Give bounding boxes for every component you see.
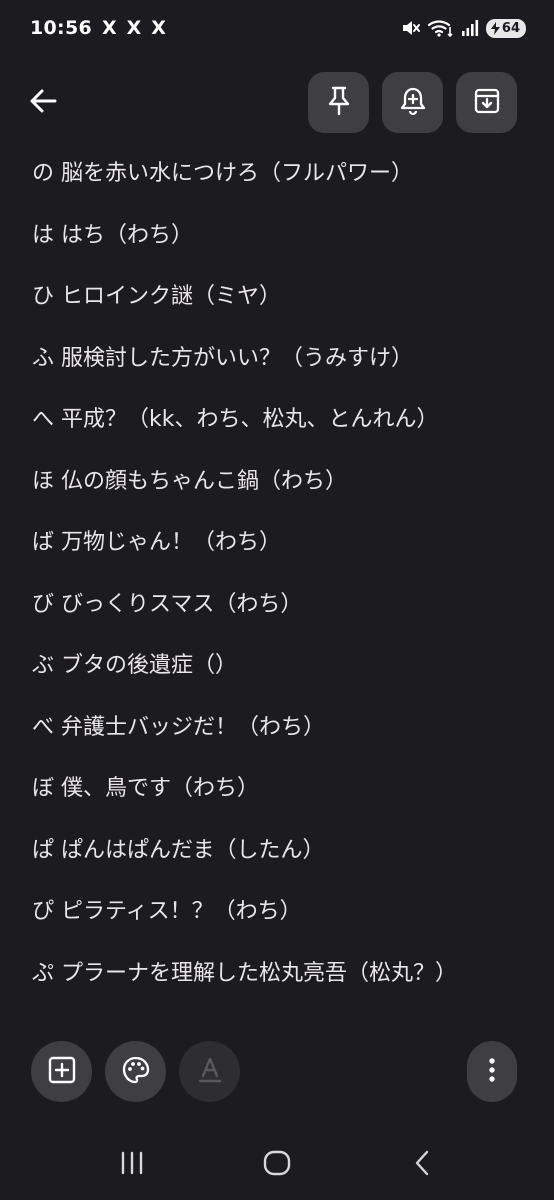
bell-plus-icon bbox=[399, 86, 427, 120]
note-line: ば 万物じゃん！（わち） bbox=[32, 530, 281, 555]
status-time: 10:56 bbox=[30, 17, 92, 39]
bottom-toolbar bbox=[31, 1041, 240, 1102]
archive-icon bbox=[473, 87, 501, 119]
archive-button[interactable] bbox=[456, 72, 517, 133]
back-button[interactable] bbox=[18, 78, 68, 128]
note-line: ぼ 僕、鳥です（わち） bbox=[32, 776, 259, 801]
pin-icon bbox=[327, 86, 351, 120]
note-line: ぶ ブタの後遺症（） bbox=[32, 653, 237, 678]
more-options-button[interactable] bbox=[467, 1041, 517, 1102]
note-line: へ 平成？（kk、わち、松丸、とんれん） bbox=[32, 407, 439, 432]
text-format-button[interactable] bbox=[179, 1041, 240, 1102]
palette-icon bbox=[121, 1055, 151, 1089]
system-nav-bar bbox=[0, 1130, 554, 1200]
note-body[interactable]: の 脳を赤い水につけろ（フルパワー） は はち（わち） ひ ヒロインク謎（ミヤ）… bbox=[32, 148, 532, 1009]
note-line: べ 弁護士バッジだ！（わち） bbox=[32, 714, 325, 740]
note-line: は はち（わち） bbox=[32, 222, 193, 248]
note-line: の 脳を赤い水につけろ（フルパワー） bbox=[32, 161, 413, 186]
pin-button[interactable] bbox=[308, 72, 369, 133]
battery-indicator: 64 bbox=[485, 18, 526, 38]
color-palette-button[interactable] bbox=[105, 1041, 166, 1102]
home-icon bbox=[263, 1150, 291, 1180]
note-line: ほ 仏の顔もちゃんこ鍋（わち） bbox=[32, 468, 347, 494]
reminder-button[interactable] bbox=[382, 72, 443, 133]
note-line: ふ 服検討した方がいい？（うみすけ） bbox=[32, 345, 413, 371]
notes-screen: 10:56 X X X 64 の 脳を赤い水につけろ（フルパワー） は はち（わ… bbox=[0, 0, 554, 1200]
nav-back-button[interactable] bbox=[382, 1135, 462, 1195]
wifi-icon bbox=[427, 19, 454, 37]
signal-icon bbox=[461, 19, 479, 37]
add-content-button[interactable] bbox=[31, 1041, 92, 1102]
arrow-left-icon bbox=[29, 88, 57, 118]
recent-apps-button[interactable] bbox=[92, 1135, 172, 1195]
text-format-icon bbox=[196, 1055, 224, 1089]
home-button[interactable] bbox=[237, 1135, 317, 1195]
mute-icon bbox=[401, 19, 421, 37]
note-line: ひ ヒロインク謎（ミヤ） bbox=[32, 284, 281, 309]
more-vert-icon bbox=[488, 1057, 496, 1087]
note-line: ぷ プラーナを理解した松丸亮吾（松丸？） bbox=[32, 960, 457, 986]
battery-level: 64 bbox=[501, 20, 520, 36]
status-right: 64 bbox=[401, 18, 526, 38]
chevron-left-icon bbox=[413, 1150, 431, 1180]
note-line: ぱ ぱんはぱんだま（したん） bbox=[32, 837, 325, 863]
x-notification-icon: X bbox=[101, 16, 117, 39]
top-actions bbox=[308, 72, 517, 133]
x-notification-icon: X bbox=[151, 16, 166, 39]
x-notification-icon: X bbox=[126, 16, 142, 39]
status-bar: 10:56 X X X 64 bbox=[0, 0, 554, 56]
add-box-icon bbox=[47, 1055, 77, 1089]
recent-apps-icon bbox=[119, 1151, 145, 1179]
note-line: ぴ ピラティス！？（わち） bbox=[32, 899, 302, 924]
note-line: び びっくりスマス（わち） bbox=[32, 591, 303, 617]
charging-icon bbox=[490, 21, 500, 35]
status-left: 10:56 X X X bbox=[30, 17, 166, 39]
